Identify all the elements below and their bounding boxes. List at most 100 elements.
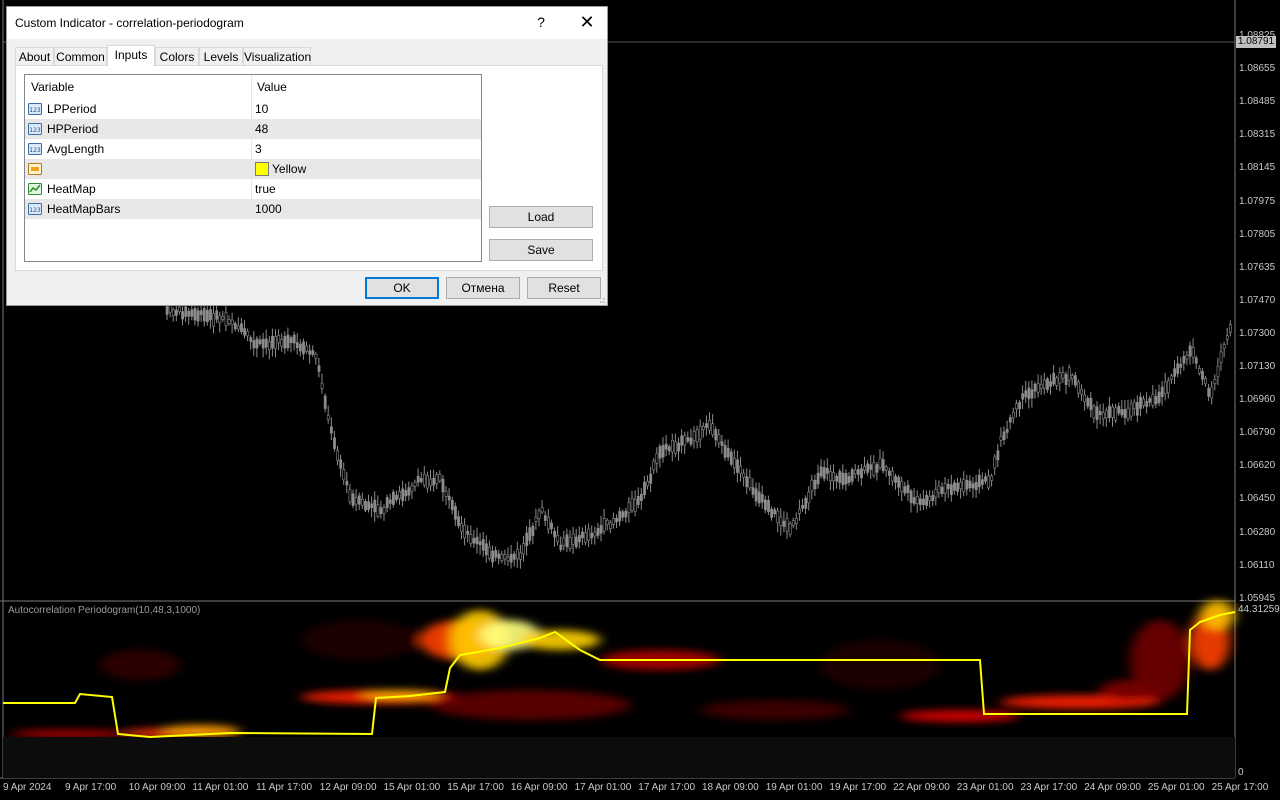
candle-body	[1011, 411, 1015, 419]
candle-body	[1225, 335, 1229, 340]
variable-value[interactable]: 1000	[255, 199, 282, 219]
candle-body	[1204, 378, 1208, 385]
tab-levels[interactable]: Levels	[199, 47, 243, 65]
candle-body	[878, 457, 882, 469]
candle-body	[782, 520, 786, 527]
reset-button[interactable]: Reset	[527, 277, 601, 299]
indicator-dialog[interactable]: Custom Indicator - correlation-periodogr…	[6, 6, 608, 306]
candle-body	[320, 382, 324, 389]
candle-body	[345, 480, 349, 486]
candle-body	[469, 534, 473, 544]
candle-body	[574, 536, 578, 548]
candle-body	[196, 310, 200, 322]
candle-body	[887, 470, 891, 476]
candle-body	[776, 510, 780, 523]
help-button[interactable]: ?	[523, 7, 559, 37]
tab-inputs[interactable]: Inputs	[107, 45, 155, 66]
candle-body	[863, 466, 867, 471]
tab-colors[interactable]: Colors	[155, 47, 199, 65]
candle-body	[500, 553, 504, 561]
input-row-linecolor[interactable]: Yellow	[25, 159, 481, 179]
candle-body	[472, 538, 476, 544]
candle-body	[438, 473, 442, 482]
candle-body	[528, 527, 532, 541]
candle-body	[832, 472, 836, 482]
close-button[interactable]: ✕	[567, 7, 607, 37]
candle-body	[794, 518, 798, 524]
resize-grip-icon[interactable]	[597, 295, 605, 303]
input-row-heatmap[interactable]: HeatMap true	[25, 179, 481, 199]
price-tick-label: 1.07975	[1239, 195, 1276, 207]
candle-body	[422, 473, 426, 486]
candle-body	[1111, 406, 1115, 418]
candle-body	[664, 443, 668, 450]
dialog-titlebar[interactable]: Custom Indicator - correlation-periodogr…	[7, 7, 607, 39]
candle-body	[636, 496, 640, 505]
candle-body	[670, 439, 674, 453]
load-button[interactable]: Load	[489, 206, 593, 228]
variable-value[interactable]: 10	[255, 99, 268, 119]
candle-body	[1126, 407, 1130, 419]
candle-body	[1008, 417, 1012, 423]
candle-body	[661, 445, 665, 458]
column-variable[interactable]: Variable	[25, 75, 252, 99]
candle-body	[302, 341, 305, 355]
candle-body	[767, 500, 770, 513]
candle-body	[1229, 324, 1232, 333]
tab-about[interactable]: About	[15, 47, 54, 65]
candle-body	[379, 507, 383, 515]
candle-body	[736, 459, 739, 473]
variable-value[interactable]: true	[255, 179, 276, 199]
candle-body	[1157, 391, 1161, 403]
input-row-heatmapbars[interactable]: 123 HeatMapBars 1000	[25, 199, 481, 219]
ok-button[interactable]: OK	[365, 277, 439, 299]
candle-body	[804, 498, 808, 509]
price-tick-label: 1.08315	[1239, 129, 1276, 141]
candle-body	[748, 477, 752, 489]
candle-body	[996, 450, 1000, 461]
tab-visualization[interactable]: Visualization	[243, 47, 311, 65]
candle-body	[860, 468, 863, 479]
candle-body	[401, 488, 405, 502]
candle-body	[419, 478, 423, 482]
candle-body	[525, 532, 529, 547]
candle-body	[258, 339, 262, 345]
candle-body	[915, 496, 919, 504]
tab-common[interactable]: Common	[54, 47, 107, 65]
candle-body	[484, 543, 488, 556]
candle-body	[391, 491, 395, 505]
time-tick-label: 12 Apr 09:00	[319, 782, 377, 793]
price-tick-label: 1.06450	[1239, 493, 1276, 505]
candle-body	[798, 508, 801, 514]
candle-body	[646, 481, 650, 487]
inputs-grid[interactable]: Variable Value 123 LPPeriod 10 123 HPPer…	[24, 74, 482, 262]
subwindow-title: Autocorrelation Periodogram(10,48,3,1000…	[8, 605, 201, 616]
cancel-button[interactable]: Отмена	[446, 277, 520, 299]
variable-value[interactable]: 48	[255, 119, 268, 139]
candle-body	[292, 334, 296, 344]
candle-body	[711, 423, 715, 436]
candle-body	[562, 537, 566, 546]
candle-body	[847, 476, 851, 483]
heatmap-cell	[10, 730, 130, 738]
candle-body	[1098, 411, 1102, 415]
variable-value[interactable]: 3	[255, 139, 262, 159]
candle-body	[732, 457, 736, 469]
candle-body	[407, 487, 411, 496]
candle-body	[237, 325, 240, 330]
candle-body	[1132, 402, 1136, 410]
input-row-hpperiod[interactable]: 123 HPPeriod 48	[25, 119, 481, 139]
input-row-avglength[interactable]: 123 AvgLength 3	[25, 139, 481, 159]
price-tick-label: 1.06280	[1239, 526, 1276, 538]
save-button[interactable]: Save	[489, 239, 593, 261]
candle-body	[1036, 383, 1040, 393]
candle-body	[615, 517, 619, 523]
candle-body	[999, 435, 1003, 441]
candle-body	[1052, 373, 1056, 385]
variable-value[interactable]: Yellow	[272, 159, 306, 179]
candle-body	[695, 429, 699, 442]
input-row-lpperiod[interactable]: 123 LPPeriod 10	[25, 99, 481, 119]
candle-body	[590, 532, 594, 539]
column-value[interactable]: Value	[251, 75, 481, 99]
heatmap-cell	[360, 690, 440, 700]
